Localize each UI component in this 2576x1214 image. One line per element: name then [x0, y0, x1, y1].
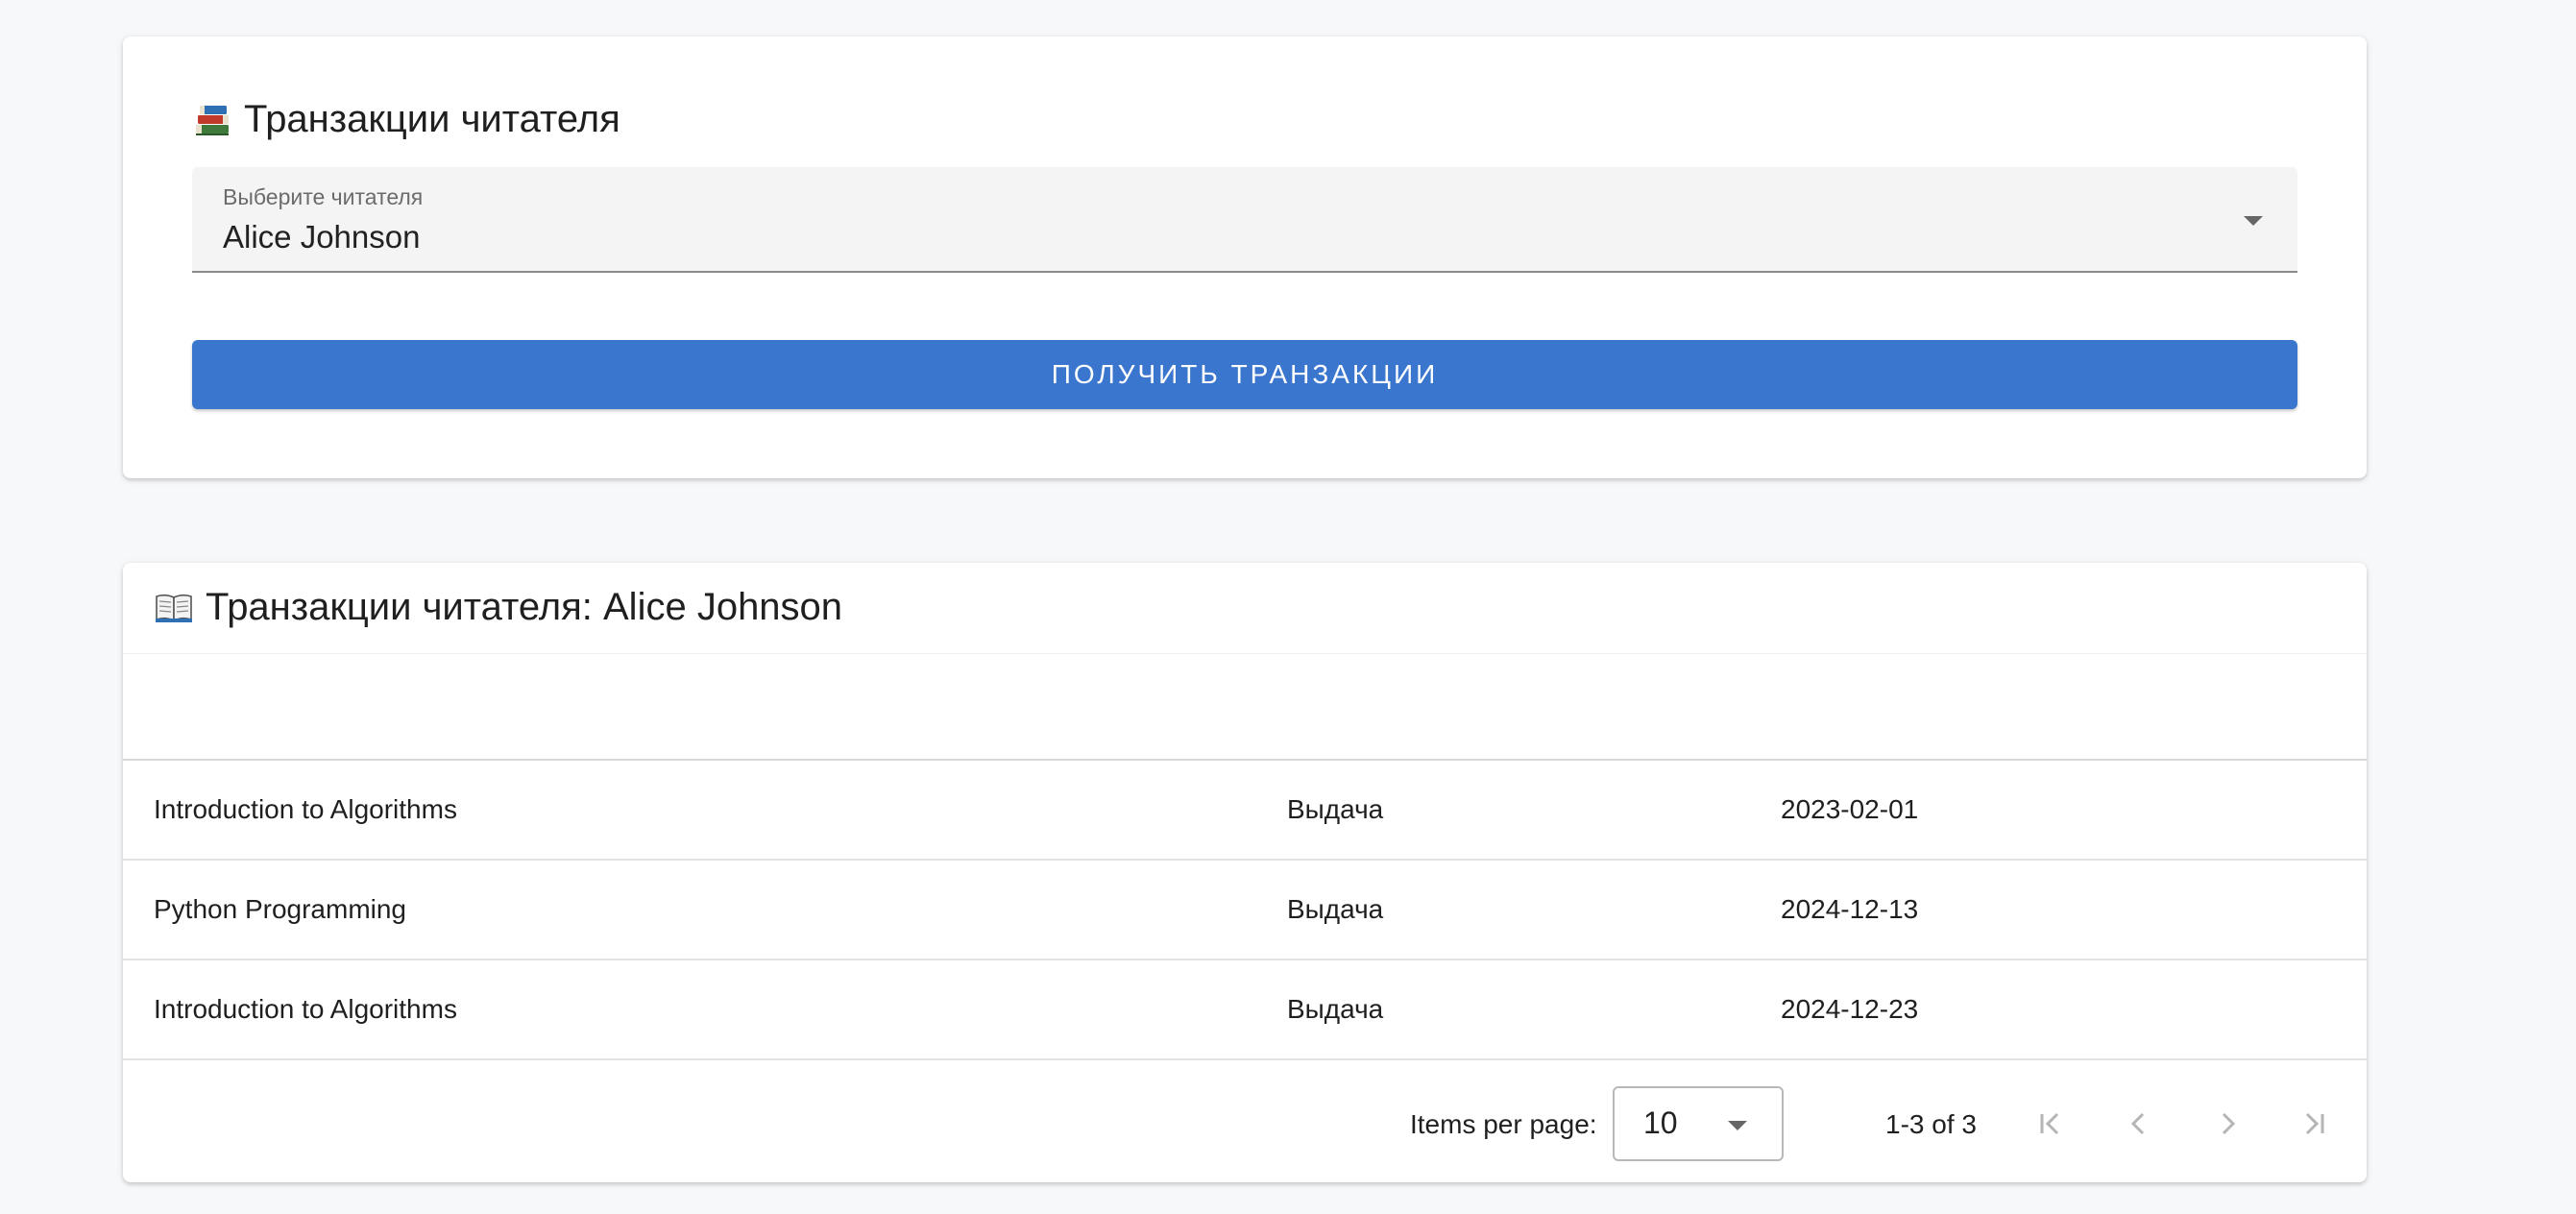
- transactions-card-title: Транзакции читателя: Alice Johnson: [154, 582, 842, 632]
- chevron-down-icon: [1728, 1121, 1747, 1130]
- first-page-button[interactable]: [2028, 1101, 2074, 1147]
- book-title-cell: Introduction to Algorithms: [154, 794, 457, 824]
- transaction-date-cell: 2024-12-23: [1781, 994, 1919, 1024]
- open-book-icon: [154, 587, 194, 627]
- items-per-page-value: 10: [1643, 1105, 1678, 1140]
- transaction-type-cell: Выдача: [1287, 894, 1384, 924]
- reader-select-label: Выберите читателя: [223, 184, 424, 209]
- items-per-page-select[interactable]: 10: [1613, 1086, 1784, 1161]
- reader-select-value: Alice Johnson: [223, 219, 421, 255]
- book-title-cell: Python Programming: [154, 894, 407, 924]
- reader-selection-card: Транзакции читателя Выберите читателя Al…: [123, 36, 2367, 478]
- next-page-button[interactable]: [2204, 1101, 2250, 1147]
- transactions-card-title-text: Транзакции читателя: Alice Johnson: [206, 585, 843, 628]
- last-page-button[interactable]: [2291, 1101, 2337, 1147]
- transaction-type-cell: Выдача: [1287, 994, 1384, 1024]
- first-page-icon: [2040, 1112, 2059, 1135]
- transaction-date-cell: 2023-02-01: [1781, 794, 1919, 824]
- table-row: Introduction to Algorithms Выдача 2024-1…: [123, 960, 2367, 1060]
- transactions-card: Транзакции читателя: Alice Johnson Intro…: [123, 563, 2367, 1182]
- items-per-page-label: Items per page:: [1410, 1109, 1597, 1139]
- chevron-left-icon: [2130, 1112, 2145, 1135]
- books-icon: [192, 99, 232, 139]
- book-title-cell: Introduction to Algorithms: [154, 994, 457, 1024]
- table-header-row: [123, 653, 2367, 761]
- table-row: Python Programming Выдача 2024-12-13: [123, 861, 2367, 960]
- selection-card-title-text: Транзакции читателя: [244, 97, 620, 140]
- previous-page-button[interactable]: [2116, 1101, 2162, 1147]
- pagination-range: 1-3 of 3: [1885, 1109, 1977, 1139]
- transaction-type-cell: Выдача: [1287, 794, 1384, 824]
- reader-select[interactable]: Выберите читателя Alice Johnson: [192, 167, 2297, 273]
- chevron-right-icon: [2222, 1112, 2236, 1135]
- table-row: Introduction to Algorithms Выдача 2023-0…: [123, 761, 2367, 861]
- transaction-date-cell: 2024-12-13: [1781, 894, 1919, 924]
- selection-card-title: Транзакции читателя: [192, 94, 620, 144]
- last-page-icon: [2305, 1112, 2324, 1135]
- get-transactions-button[interactable]: ПОЛУЧИТЬ ТРАНЗАКЦИИ: [192, 340, 2297, 409]
- chevron-down-icon: [2244, 216, 2263, 226]
